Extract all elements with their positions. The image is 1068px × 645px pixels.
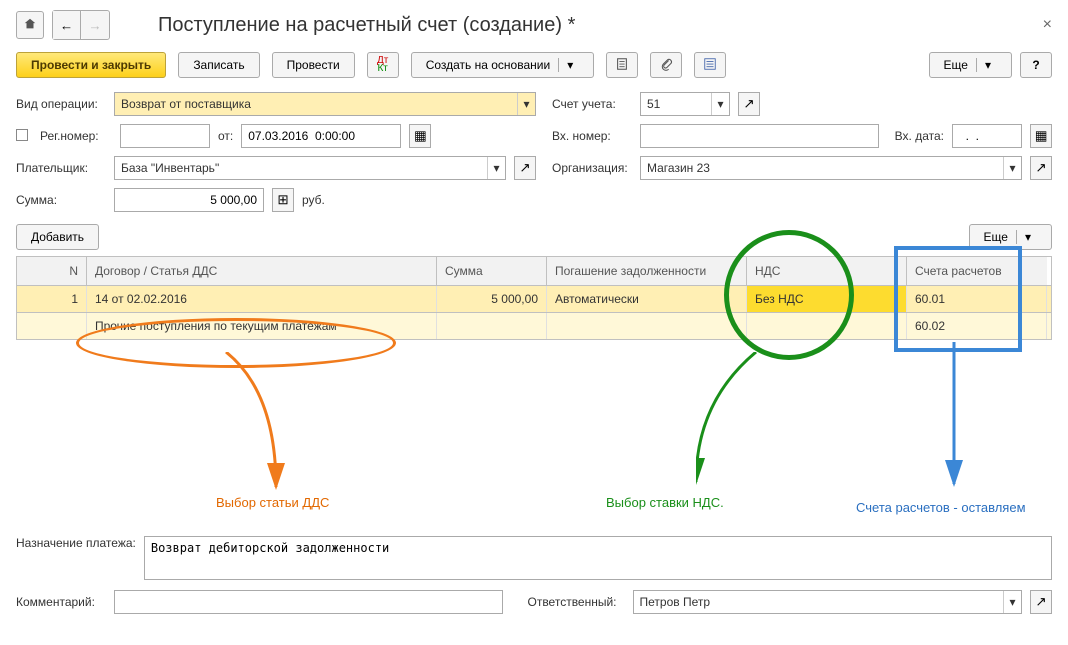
list-icon bbox=[703, 57, 717, 74]
cell-debt: Автоматически bbox=[547, 286, 747, 312]
table-header: N Договор / Статья ДДС Сумма Погашение з… bbox=[16, 256, 1052, 286]
incoming-number-input[interactable] bbox=[640, 124, 879, 148]
account-select[interactable]: 51 ▾ bbox=[640, 92, 730, 116]
post-button[interactable]: Провести bbox=[272, 52, 355, 78]
responsible-open-button[interactable]: ↗ bbox=[1030, 590, 1052, 614]
add-row-button[interactable]: Добавить bbox=[16, 224, 99, 250]
account-open-button[interactable]: ↗ bbox=[738, 92, 760, 116]
reg-number-label: Рег.номер: bbox=[40, 129, 112, 143]
chevron-down-icon: ▾ bbox=[558, 58, 579, 72]
dtct-button[interactable]: ДтКт bbox=[367, 52, 399, 78]
close-button[interactable]: × bbox=[1043, 16, 1052, 34]
col-sum: Сумма bbox=[437, 257, 547, 285]
cell-dds-article: Прочие поступления по текущим платежам bbox=[87, 313, 437, 339]
payer-open-button[interactable]: ↗ bbox=[514, 156, 536, 180]
cell-sum: 5 000,00 bbox=[437, 286, 547, 312]
annotation-vat-text: Выбор ставки НДС. bbox=[606, 495, 724, 510]
cell-n: 1 bbox=[17, 286, 87, 312]
incoming-date-label: Вх. дата: bbox=[895, 129, 944, 143]
list-button[interactable] bbox=[694, 52, 726, 78]
top-navigation: ← → Поступление на расчетный счет (созда… bbox=[16, 10, 1052, 40]
currency-label: руб. bbox=[302, 193, 325, 207]
open-icon: ↗ bbox=[1035, 160, 1046, 176]
org-select[interactable]: Магазин 23 ▾ bbox=[640, 156, 1022, 180]
col-vat: НДС bbox=[747, 257, 907, 285]
open-icon: ↗ bbox=[519, 160, 530, 176]
table-row[interactable]: Прочие поступления по текущим платежам 6… bbox=[16, 313, 1052, 340]
doc-icon-button[interactable] bbox=[606, 52, 638, 78]
home-icon bbox=[23, 17, 37, 34]
purpose-input[interactable] bbox=[144, 536, 1052, 580]
home-button[interactable] bbox=[16, 11, 44, 39]
operation-type-label: Вид операции: bbox=[16, 97, 106, 111]
table-toolbar: Добавить Еще ▾ bbox=[16, 224, 1052, 250]
purpose-label: Назначение платежа: bbox=[16, 536, 136, 552]
comment-label: Комментарий: bbox=[16, 595, 106, 609]
operation-type-select[interactable]: Возврат от поставщика ▾ bbox=[114, 92, 536, 116]
payer-select[interactable]: База "Инвентарь" ▾ bbox=[114, 156, 506, 180]
cell-account2: 60.02 bbox=[907, 313, 1047, 339]
create-from-button[interactable]: Создать на основании ▾ bbox=[411, 52, 595, 78]
responsible-label: Ответственный: bbox=[527, 595, 616, 609]
calendar-icon: ▦ bbox=[414, 128, 427, 144]
org-label: Организация: bbox=[552, 161, 632, 175]
cell-account: 60.01 bbox=[907, 286, 1047, 312]
doc-icon bbox=[16, 129, 28, 144]
comment-input[interactable] bbox=[114, 590, 503, 614]
cell-vat: Без НДС bbox=[747, 286, 907, 312]
reg-number-input[interactable] bbox=[120, 124, 210, 148]
table-row[interactable]: 1 14 от 02.02.2016 5 000,00 Автоматическ… bbox=[16, 286, 1052, 313]
annotations: Выбор статьи ДДС Выбор ставки НДС. Счета… bbox=[16, 340, 1052, 530]
open-icon: ↗ bbox=[1035, 594, 1046, 610]
forward-button[interactable]: → bbox=[81, 11, 109, 39]
payer-label: Плательщик: bbox=[16, 161, 106, 175]
document-icon bbox=[615, 57, 629, 74]
sum-calc-button[interactable]: ⊞ bbox=[272, 188, 294, 212]
incoming-number-label: Вх. номер: bbox=[552, 129, 632, 143]
chevron-down-icon: ▾ bbox=[711, 93, 729, 115]
calendar-icon: ▦ bbox=[1035, 128, 1048, 144]
chevron-down-icon: ▾ bbox=[1003, 157, 1021, 179]
calculator-icon: ⊞ bbox=[277, 192, 288, 208]
chevron-down-icon: ▾ bbox=[517, 93, 535, 115]
paperclip-icon bbox=[659, 57, 673, 74]
chevron-down-icon: ▾ bbox=[1003, 591, 1021, 613]
from-date-input[interactable] bbox=[241, 124, 401, 148]
date-picker-button[interactable]: ▦ bbox=[409, 124, 431, 148]
bottom-fields: Назначение платежа: Комментарий: Ответст… bbox=[16, 536, 1052, 614]
dtct-icon: ДтКт bbox=[377, 57, 388, 73]
cell-contract: 14 от 02.02.2016 bbox=[87, 286, 437, 312]
chevron-down-icon: ▾ bbox=[976, 58, 997, 72]
write-button[interactable]: Записать bbox=[178, 52, 259, 78]
col-contract: Договор / Статья ДДС bbox=[87, 257, 437, 285]
arrow-left-icon: ← bbox=[60, 18, 73, 33]
col-debt: Погашение задолженности bbox=[547, 257, 747, 285]
account-label: Счет учета: bbox=[552, 97, 632, 111]
open-icon: ↗ bbox=[743, 96, 754, 112]
post-and-close-button[interactable]: Провести и закрыть bbox=[16, 52, 166, 78]
col-n: N bbox=[17, 257, 87, 285]
annotation-accounts-text: Счета расчетов - оставляем bbox=[856, 500, 1026, 515]
indate-picker-button[interactable]: ▦ bbox=[1030, 124, 1052, 148]
table-more-button[interactable]: Еще ▾ bbox=[969, 224, 1052, 250]
org-open-button[interactable]: ↗ bbox=[1030, 156, 1052, 180]
col-accounts: Счета расчетов bbox=[907, 257, 1047, 285]
chevron-down-icon: ▾ bbox=[1016, 230, 1037, 244]
page-title: Поступление на расчетный счет (создание)… bbox=[158, 14, 575, 37]
back-button[interactable]: ← bbox=[53, 11, 81, 39]
from-label: от: bbox=[218, 129, 233, 143]
attach-button[interactable] bbox=[650, 52, 682, 78]
annotation-dds-text: Выбор статьи ДДС bbox=[216, 495, 329, 510]
form-fields: Вид операции: Возврат от поставщика ▾ Сч… bbox=[16, 92, 1052, 212]
sum-label: Сумма: bbox=[16, 193, 106, 207]
arrow-right-icon: → bbox=[88, 18, 101, 33]
sum-input[interactable] bbox=[114, 188, 264, 212]
chevron-down-icon: ▾ bbox=[487, 157, 505, 179]
toolbar: Провести и закрыть Записать Провести ДтК… bbox=[16, 52, 1052, 78]
responsible-select[interactable]: Петров Петр ▾ bbox=[633, 590, 1022, 614]
help-button[interactable]: ? bbox=[1020, 52, 1052, 78]
more-button[interactable]: Еще ▾ bbox=[929, 52, 1012, 78]
incoming-date-input[interactable] bbox=[952, 124, 1022, 148]
